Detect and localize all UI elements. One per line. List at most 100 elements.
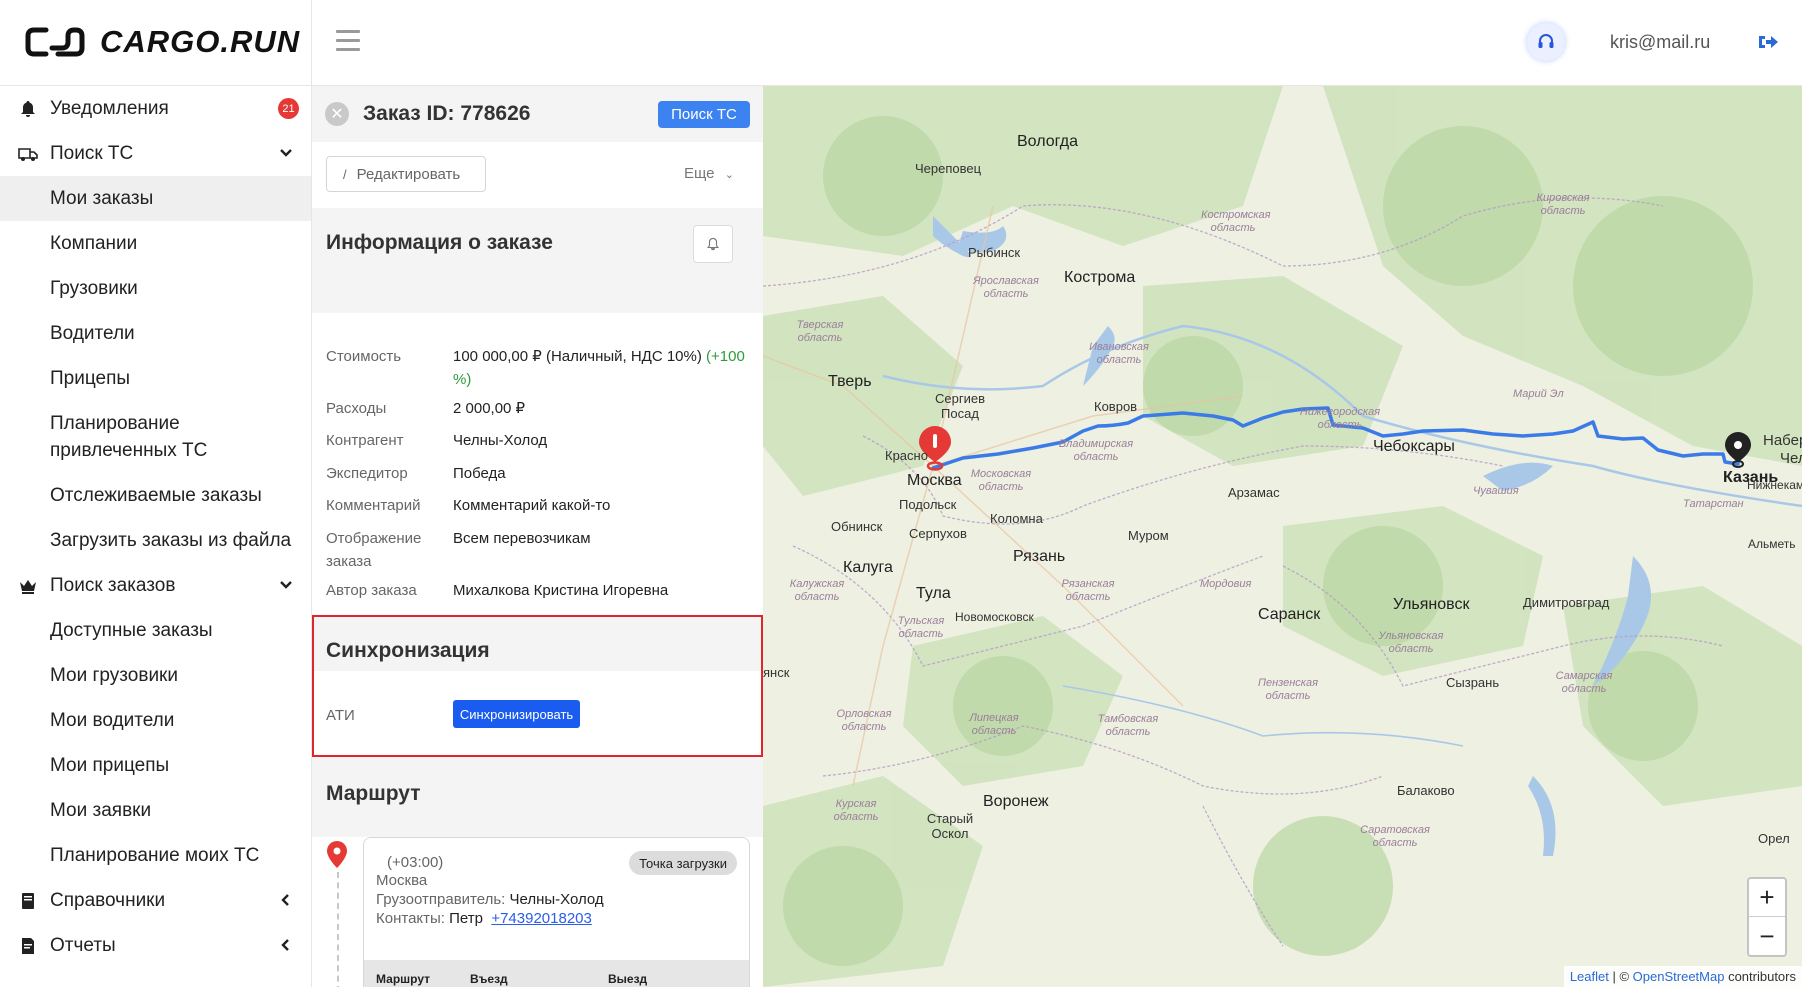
point-contacts: Контакты: Петр +74392018203 — [376, 910, 592, 927]
map-region-label: Тульская область — [897, 615, 945, 640]
sidebar-item-available-orders[interactable]: Доступные заказы — [0, 608, 311, 653]
search-ts-button[interactable]: Поиск ТС — [658, 101, 750, 128]
map-region-label: Кировская область — [1536, 192, 1590, 217]
table-header-route: Маршрут — [376, 972, 431, 986]
sidebar-item-my-drivers[interactable]: Мои водители — [0, 698, 311, 743]
close-order-button[interactable]: ✕ — [325, 102, 349, 126]
brand-name: CARGO.RUN — [100, 24, 301, 59]
route-map[interactable]: Вологда Череповец Рыбинск Кострома Тверь… — [763, 86, 1802, 987]
map-city-label: Коломна — [990, 511, 1043, 526]
sidebar-item-trailers[interactable]: Прицепы — [0, 356, 311, 401]
chevron-down-icon — [280, 149, 292, 157]
point-city: Москва — [376, 872, 428, 889]
chevron-left-icon — [281, 939, 289, 951]
sidebar-item-references[interactable]: Справочники — [0, 878, 311, 923]
sidebar-item-drivers[interactable]: Водители — [0, 311, 311, 356]
sidebar-item-tracked-orders[interactable]: Отслеживаемые заказы — [0, 473, 311, 518]
chevron-left-icon — [281, 894, 289, 906]
menu-toggle-icon[interactable] — [336, 30, 360, 52]
more-dropdown[interactable]: Еще ⌄ — [684, 165, 734, 182]
map-city-label: Димитровград — [1523, 595, 1610, 610]
chevron-down-icon: ⌄ — [724, 169, 734, 181]
map-city-label: Нижнекамск — [1747, 478, 1802, 492]
sidebar-item-planning-my[interactable]: Планирование моих ТС — [0, 833, 311, 878]
map-region-label: Московская область — [970, 468, 1032, 493]
crown-icon — [20, 580, 36, 594]
sidebar-item-label: Отслеживаемые заказы — [50, 484, 262, 506]
sidebar-item-companies[interactable]: Компании — [0, 221, 311, 266]
info-label: Контрагент — [326, 432, 404, 449]
contact-phone-link[interactable]: +74392018203 — [491, 910, 592, 927]
info-section-title: Информация о заказе — [326, 231, 553, 254]
point-type-chip: Точка загрузки — [629, 851, 737, 875]
truck-icon — [18, 148, 38, 161]
sidebar-item-search-ts[interactable]: Поиск ТС — [0, 131, 311, 176]
map-region-label: Самарская область — [1555, 670, 1613, 695]
sidebar-item-notifications[interactable]: Уведомления 21 — [0, 86, 311, 131]
support-headset-icon[interactable] — [1527, 23, 1565, 61]
sidebar-item-label: Планирование привлеченных ТС — [50, 413, 208, 461]
info-value: Всем перевозчикам — [453, 530, 591, 547]
map-region-label: Саратовская область — [1360, 824, 1430, 849]
sidebar-item-upload-orders[interactable]: Загрузить заказы из файла — [0, 518, 311, 563]
point-shipper: Грузоотправитель: Челны-Холод — [376, 891, 604, 908]
info-label: Экспедитор — [326, 465, 408, 482]
zoom-out-button[interactable]: − — [1749, 917, 1785, 955]
chevron-down-icon — [280, 581, 292, 589]
map-city-label: Сергиев Посад — [935, 391, 985, 421]
osm-link[interactable]: OpenStreetMap — [1633, 969, 1725, 984]
sidebar-item-my-trailers[interactable]: Мои прицепы — [0, 743, 311, 788]
leaflet-link[interactable]: Leaflet — [1570, 969, 1609, 984]
map-city-label: янск — [763, 665, 790, 680]
map-zoom-control: + − — [1747, 877, 1787, 957]
sidebar-item-planning-hired[interactable]: Планирование привлеченных ТС — [0, 401, 311, 473]
zoom-in-button[interactable]: + — [1749, 879, 1785, 917]
info-row-visibility: Отображение заказа Всем перевозчикам — [326, 527, 756, 573]
sidebar-item-my-requests[interactable]: Мои заявки — [0, 788, 311, 833]
shipper-value: Челны-Холод — [509, 891, 604, 908]
map-city-label: Кострома — [1064, 269, 1136, 286]
user-email[interactable]: kris@mail.ru — [1610, 32, 1710, 53]
edit-button-label: Редактировать — [356, 165, 461, 183]
sidebar: Уведомления 21 Поиск ТС Мои заказы Компа… — [0, 86, 312, 987]
map-city-label: Красно — [885, 448, 928, 463]
map-region-label: Нижегородская область — [1299, 406, 1381, 431]
sidebar-item-label: Мои водители — [50, 709, 175, 731]
sidebar-item-label: Грузовики — [50, 277, 138, 299]
map-city-label: Серпухов — [909, 526, 967, 541]
map-city-label: Альметь — [1748, 537, 1796, 551]
sidebar-item-label: Отчеты — [50, 934, 116, 956]
sidebar-item-my-trucks[interactable]: Мои грузовики — [0, 653, 311, 698]
subscribe-bell-button[interactable] — [693, 225, 733, 263]
map-attribution: Leaflet | © OpenStreetMap contributors — [1563, 966, 1802, 987]
info-value: Победа — [453, 465, 506, 482]
map-region-label: Мордовия — [1200, 578, 1252, 590]
order-panel: ✕ Заказ ID: 778626 Поиск ТС / Редактиров… — [312, 86, 763, 987]
map-pin-icon — [327, 841, 347, 868]
map-city-label: Воронеж — [983, 793, 1049, 810]
sidebar-item-my-orders[interactable]: Мои заказы — [0, 176, 311, 221]
table-header-exit: Выезд — [608, 972, 648, 986]
sidebar-item-trucks[interactable]: Грузовики — [0, 266, 311, 311]
logo[interactable]: CARGO.RUN — [24, 22, 300, 62]
sidebar-item-search-orders[interactable]: Поиск заказов — [0, 563, 311, 608]
logout-icon[interactable] — [1757, 32, 1779, 52]
map-city-label: Ульяновск — [1393, 596, 1470, 613]
order-title: Заказ ID: 778626 — [363, 102, 531, 125]
order-header: ✕ Заказ ID: 778626 Поиск ТС — [312, 86, 763, 142]
header-divider — [311, 0, 312, 86]
cargo-logo-icon — [25, 27, 85, 57]
info-value: 100 000,00 ₽ (Наличный, НДС 10%) (+100 %… — [453, 345, 753, 391]
info-label: Стоимость — [326, 348, 402, 365]
sidebar-item-label: Мои грузовики — [50, 664, 178, 686]
route-section-title: Маршрут — [326, 782, 421, 805]
info-value: Комментарий какой-то — [453, 497, 611, 514]
sidebar-item-reports[interactable]: Отчеты — [0, 923, 311, 968]
info-label: Отображение заказа — [326, 530, 422, 570]
map-region-label: Татарстан — [1683, 498, 1744, 510]
map-city-label: Челн — [1780, 450, 1802, 467]
info-label: Расходы — [326, 400, 387, 417]
notifications-badge: 21 — [278, 98, 299, 119]
map-city-label: Ковров — [1094, 399, 1138, 414]
edit-button[interactable]: / Редактировать — [326, 156, 486, 192]
